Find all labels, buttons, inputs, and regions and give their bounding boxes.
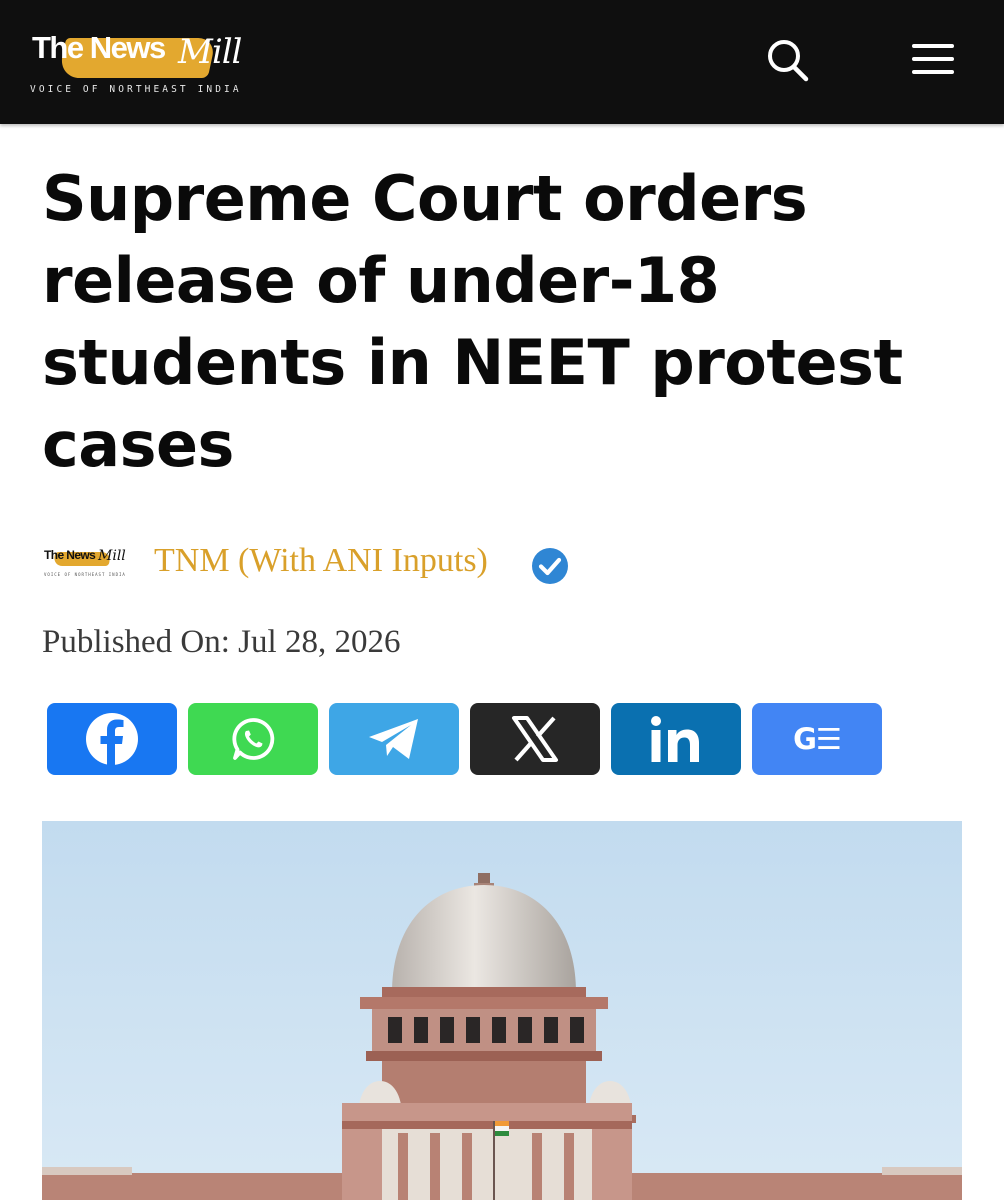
avatar-logo-mill: Mill: [98, 548, 126, 564]
share-google-news-button[interactable]: G☰: [752, 703, 882, 775]
whatsapp-icon: [232, 718, 275, 760]
article-hero-image[interactable]: [42, 821, 962, 1200]
telegram-icon: [369, 719, 418, 759]
author-avatar[interactable]: The News Mill VOICE OF NORTHEAST INDIA: [40, 528, 126, 600]
menu-button[interactable]: [906, 36, 960, 84]
linkedin-icon: [651, 716, 699, 762]
logo-text-mill: Mill: [178, 32, 242, 72]
verified-badge-icon: [532, 548, 568, 584]
google-news-icon: G☰: [793, 722, 842, 756]
menu-icon: [912, 44, 954, 74]
logo-tagline: VOICE OF NORTHEAST INDIA: [30, 84, 242, 95]
avatar-logo-tagline: VOICE OF NORTHEAST INDIA: [44, 572, 126, 577]
search-button[interactable]: [762, 36, 812, 84]
author-name-link[interactable]: TNM (With ANI Inputs): [154, 542, 488, 580]
avatar-logo-text: The News: [44, 548, 96, 562]
facebook-icon: [86, 713, 138, 765]
x-icon: [512, 716, 558, 762]
site-logo[interactable]: The News Mill VOICE OF NORTHEAST INDIA: [28, 18, 268, 100]
logo-text-the-news: The News: [32, 30, 166, 65]
share-telegram-button[interactable]: [329, 703, 459, 775]
article-headline: Supreme Court orders release of under-18…: [42, 162, 903, 481]
published-date: Published On: Jul 28, 2026: [42, 624, 401, 660]
share-linkedin-button[interactable]: [611, 703, 741, 775]
site-header: The News Mill VOICE OF NORTHEAST INDIA: [0, 0, 1004, 124]
supreme-court-building-illustration: [42, 821, 962, 1200]
share-x-button[interactable]: [470, 703, 600, 775]
share-facebook-button[interactable]: [47, 703, 177, 775]
share-whatsapp-button[interactable]: [188, 703, 318, 775]
search-icon: [768, 40, 809, 82]
